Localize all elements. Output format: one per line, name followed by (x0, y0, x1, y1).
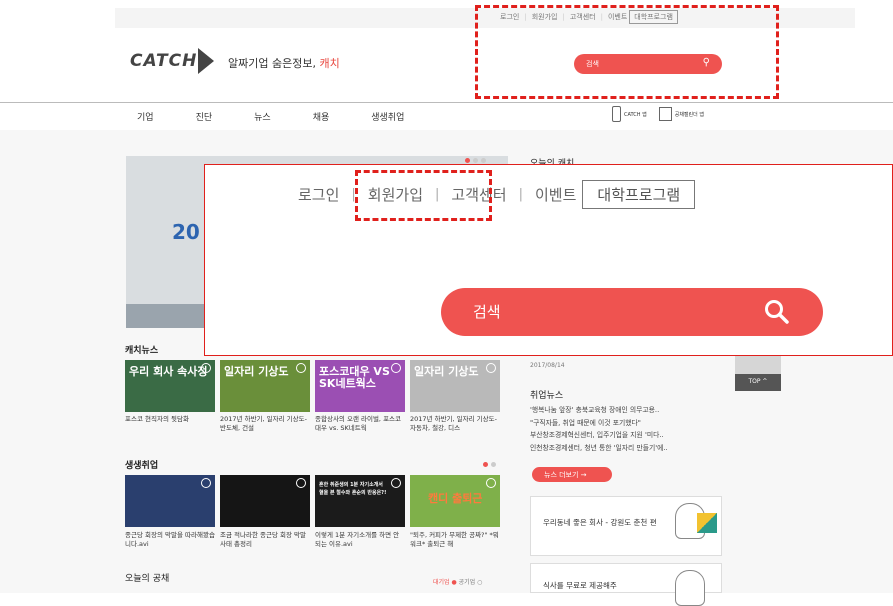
tagline-brand: 캐치 (319, 57, 340, 70)
pager-dot[interactable] (481, 158, 486, 163)
play-icon (486, 478, 496, 488)
phone-icon (612, 106, 621, 122)
nav-item-diagnosis[interactable]: 진단 (196, 110, 213, 123)
job-news-title: 취업뉴스 (530, 391, 564, 401)
tagline: 알짜기업 숨은정보, 캐치 (228, 55, 340, 71)
pager-dot[interactable] (483, 462, 488, 467)
video-thumb[interactable]: 캔디 출퇴근 (410, 475, 500, 527)
nav-item-news[interactable]: 뉴스 (254, 110, 271, 123)
pager-dot[interactable] (473, 158, 478, 163)
tagline-prefix: 알짜기업 숨은정보, (228, 57, 316, 70)
job-news-item[interactable]: 인천창조경제센터, 청년 통한 '일자리 만들기'에.. (530, 442, 725, 455)
play-icon (296, 363, 306, 373)
card-title: 우리동네 좋은 회사 - 강원도 춘천 편 (543, 518, 657, 527)
header-divider (0, 102, 893, 103)
news-thumb[interactable]: 일자리 기상도 (220, 360, 310, 412)
catch-news-captions: 포스코 현직자의 뒷담화 2017년 하반기, 일자리 기상도-반도체, 건설 … (125, 415, 505, 433)
calendar-app-link[interactable]: 공채캘린더 앱 (675, 111, 704, 118)
video-thumb[interactable] (125, 475, 215, 527)
gongchae-title: 오늘의 공채 (125, 574, 170, 584)
video-caption[interactable]: 조금 적나라한 종근당 회장 막말 사태 총정리 (220, 531, 310, 549)
nav-item-recruit[interactable]: 채용 (313, 110, 330, 123)
job-news-list: '행복나눔 앞장' 충북교육청 장애인 의무고용.. "구직자들, 취업 때문에… (530, 404, 725, 455)
card-title: 식사를 무료로 제공해주 (543, 581, 617, 590)
play-icon (201, 478, 211, 488)
play-icon (391, 363, 401, 373)
pager-dot[interactable] (465, 158, 470, 163)
news-date: 2017/08/14 (530, 362, 565, 369)
app-links: CATCH 앱 공채캘린더 앱 (612, 106, 704, 122)
logo-arrow-icon (198, 48, 215, 74)
play-icon (391, 478, 401, 488)
catch-news-thumbs: 우리 회사 속사정 일자리 기상도 포스코대우 VS SK네트웍스 일자리 기상… (125, 360, 505, 412)
thumb-title: 우리 회사 속사정 (129, 365, 208, 378)
live-jobs-thumbs: 흔한 취준생의 1분 자기소개서 혈을 본 철수와 흔순의 반응은?! 캔디 출… (125, 475, 505, 527)
video-caption[interactable]: 이렇게 1분 자기소개를 하면 안되는 이유.avi (315, 531, 405, 549)
zoomed-login-link[interactable]: 로그인 (298, 184, 339, 205)
play-icon (486, 363, 496, 373)
video-caption[interactable]: "퇴주, 커피가 무제한 공짜?" *뭐워크* 출퇴근 해 (410, 531, 500, 549)
logo-text: CATCH (130, 51, 198, 71)
nav-item-live-jobs[interactable]: 생생취업 (371, 110, 404, 123)
catch-logo[interactable]: CATCH (130, 48, 215, 74)
play-icon (296, 478, 306, 488)
avatar-illustration-icon (675, 570, 705, 606)
job-news-item[interactable]: '행복나눔 앞장' 충북교육청 장애인 의무고용.. (530, 404, 725, 417)
pager-dot[interactable] (491, 462, 496, 467)
job-news-item[interactable]: 부산창조경제혁신센터, 입주기업을 지원 '미다.. (530, 429, 725, 442)
news-thumb[interactable]: 포스코대우 VS SK네트웍스 (315, 360, 405, 412)
nav-item-company[interactable]: 기업 (137, 110, 154, 123)
search-icon[interactable] (763, 298, 791, 330)
company-card[interactable]: 우리동네 좋은 회사 - 강원도 춘천 편 (530, 496, 722, 556)
news-caption[interactable]: 종합상사의 오랜 라이벌, 포스코대우 vs. SK네트웍 (315, 415, 405, 433)
news-caption[interactable]: 포스코 현직자의 뒷담화 (125, 415, 215, 433)
live-jobs-title: 생생취업 (125, 461, 159, 471)
news-thumb[interactable]: 일자리 기상도 (410, 360, 500, 412)
live-jobs-captions: 종근당 회장의 막말을 따라해봤습니다.avi 조금 적나라한 종근당 회장 막… (125, 531, 505, 549)
zoomed-search-bar[interactable]: 검색 (441, 288, 823, 336)
banner-pager (465, 158, 489, 163)
thumb-title: 일자리 기상도 (224, 365, 289, 378)
video-thumb[interactable] (220, 475, 310, 527)
banner-text: 20 (172, 220, 200, 244)
zoomed-event-link[interactable]: 이벤트 (535, 184, 576, 205)
filter-big-company[interactable]: 대기업 ● (433, 579, 457, 586)
zoomed-university-program-button[interactable]: 대학프로그램 (582, 180, 696, 209)
thumb-title: 일자리 기상도 (414, 365, 479, 378)
filter-public-company[interactable]: 공기업 ○ (459, 579, 483, 586)
calendar-icon (658, 107, 672, 121)
play-icon (201, 363, 211, 373)
highlight-header-box (475, 5, 779, 99)
company-card[interactable]: 식사를 무료로 제공해주 (530, 563, 722, 606)
news-caption[interactable]: 2017년 하반기, 일자리 기상도-자동차, 철강, 디스 (410, 415, 500, 433)
thumb-title: 캔디 출퇴근 (428, 492, 483, 505)
video-thumb[interactable]: 흔한 취준생의 1분 자기소개서 혈을 본 철수와 흔순의 반응은?! (315, 475, 405, 527)
news-caption[interactable]: 2017년 하반기, 일자리 기상도-반도체, 건설 (220, 415, 310, 433)
job-news-item[interactable]: "구직자들, 취업 때문에 이것 포기했다" (530, 417, 725, 430)
news-more-button[interactable]: 뉴스 더보기 → (532, 467, 612, 482)
highlight-signup-box (355, 170, 492, 221)
thumb-title: 흔한 취준생의 1분 자기소개서 혈을 본 철수와 흔순의 반응은?! (319, 482, 387, 496)
zoomed-search-placeholder: 검색 (473, 303, 501, 321)
divider: | (518, 187, 523, 202)
top-button[interactable]: TOP ^ (735, 374, 781, 391)
catch-app-link[interactable]: CATCH 앱 (624, 111, 647, 118)
news-thumb[interactable]: 우리 회사 속사정 (125, 360, 215, 412)
video-caption[interactable]: 종근당 회장의 막말을 따라해봤습니다.avi (125, 531, 215, 549)
main-nav: 기업 진단 뉴스 채용 생생취업 (137, 110, 446, 123)
gongchae-filter: 대기업 ● 공기업 ○ (433, 577, 482, 586)
flag-icon (697, 513, 717, 533)
catch-news-title: 캐치뉴스 (125, 346, 159, 356)
live-jobs-pager (483, 462, 499, 467)
